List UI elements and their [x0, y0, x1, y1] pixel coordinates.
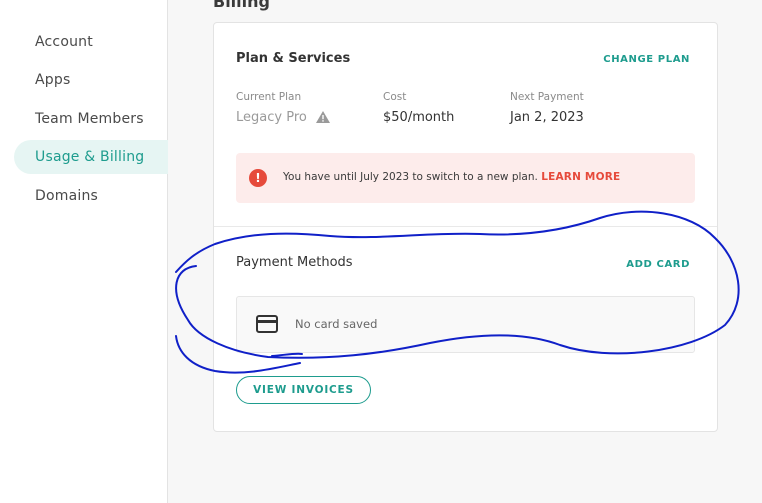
- sidebar-item-label: Apps: [35, 72, 71, 88]
- alert-message: You have until July 2023 to switch to a …: [283, 171, 538, 183]
- exclamation-circle-icon: !: [249, 169, 267, 187]
- sidebar-item-team-members[interactable]: Team Members: [14, 102, 168, 136]
- sidebar-item-label: Account: [35, 34, 93, 50]
- cost-value: $50/month: [383, 110, 455, 125]
- credit-card-icon: [256, 315, 278, 333]
- sidebar-item-label: Usage & Billing: [35, 149, 145, 165]
- payment-methods-heading: Payment Methods: [236, 255, 353, 270]
- no-card-text: No card saved: [295, 317, 378, 331]
- billing-card: Plan & Services CHANGE PLAN Current Plan…: [213, 22, 718, 432]
- divider: [214, 226, 717, 227]
- page-title: Billing: [213, 0, 270, 11]
- plan-alert: ! You have until July 2023 to switch to …: [236, 153, 695, 203]
- sidebar-item-domains[interactable]: Domains: [14, 179, 168, 213]
- sidebar-item-label: Domains: [35, 188, 99, 204]
- next-payment-value: Jan 2, 2023: [510, 110, 584, 125]
- sidebar-item-label: Team Members: [35, 111, 144, 127]
- cost-label: Cost: [383, 91, 407, 103]
- sidebar: Account Apps Team Members Usage & Billin…: [0, 0, 168, 503]
- sidebar-item-usage-billing[interactable]: Usage & Billing: [14, 140, 168, 174]
- learn-more-link[interactable]: LEARN MORE: [541, 171, 620, 183]
- sidebar-item-apps[interactable]: Apps: [14, 63, 168, 97]
- plan-heading: Plan & Services: [236, 51, 351, 66]
- sidebar-item-account[interactable]: Account: [14, 25, 168, 59]
- next-payment-label: Next Payment: [510, 91, 584, 103]
- view-invoices-button[interactable]: VIEW INVOICES: [236, 376, 371, 404]
- add-card-link[interactable]: ADD CARD: [626, 259, 690, 270]
- change-plan-link[interactable]: CHANGE PLAN: [603, 54, 690, 65]
- main-content: Billing Plan & Services CHANGE PLAN Curr…: [168, 0, 762, 503]
- current-plan-label: Current Plan: [236, 91, 302, 103]
- payment-method-empty: No card saved: [236, 296, 695, 353]
- current-plan-value: Legacy Pro: [236, 110, 307, 125]
- view-invoices-label: VIEW INVOICES: [253, 384, 354, 396]
- warning-triangle-icon[interactable]: [316, 111, 330, 123]
